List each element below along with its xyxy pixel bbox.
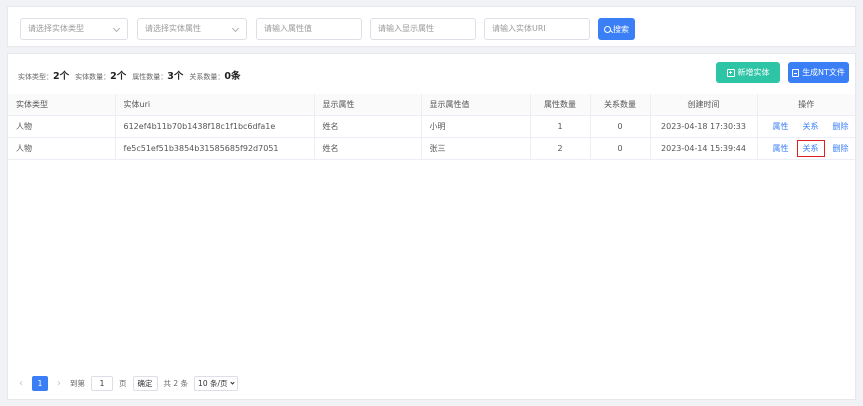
column-header-operations: 操作 (757, 94, 855, 116)
current-page-button[interactable]: 1 (32, 376, 48, 391)
entity-attr-select[interactable]: 请选择实体属性 (137, 18, 247, 40)
column-header-display-attr: 显示属性 (314, 94, 422, 116)
filter-panel: 请选择实体类型 请选择实体属性 请输入属性值 请输入显示属性 请输入实体URI … (7, 6, 856, 47)
generate-nt-label: 生成NT文件 (802, 68, 845, 77)
goto-page-input[interactable]: 1 (91, 376, 113, 391)
stat-attr-count-label: 属性数量： (132, 73, 168, 81)
main-panel: 实体类型： 2个 实体数量： 2个 属性数量： 3个 关系数量： 0条 新增实体… (7, 53, 856, 400)
table-header-row: 实体类型 实体uri 显示属性 显示属性值 属性数量 关系数量 创建时间 操作 (8, 94, 855, 116)
cell-attr-count: 2 (530, 137, 591, 160)
cell-operations: 属性 关系 删除 (757, 137, 855, 160)
column-header-entity-type: 实体类型 (8, 94, 116, 116)
column-header-attr-count: 属性数量 (530, 94, 591, 116)
delete-link[interactable]: 删除 (829, 142, 853, 155)
cell-operations: 属性 关系 删除 (757, 115, 855, 138)
cell-display-value: 小明 (421, 115, 531, 138)
cell-created: 2023-04-18 17:30:33 (650, 115, 758, 138)
pagination: ‹ 1 › 到第 1 页 确定 共 2 条 10 条/页 (16, 376, 238, 391)
attr-link[interactable]: 属性 (769, 120, 793, 133)
cell-display-value: 张三 (421, 137, 531, 160)
delete-link[interactable]: 删除 (829, 120, 853, 133)
goto-label: 到第 (70, 379, 85, 388)
plus-box-icon (726, 68, 735, 77)
search-icon (604, 25, 611, 33)
cell-display-attr: 姓名 (314, 137, 422, 160)
page-size-select[interactable]: 10 条/页 (194, 376, 238, 391)
column-header-entity-uri: 实体uri (115, 94, 315, 116)
add-entity-button[interactable]: 新增实体 (716, 62, 780, 83)
cell-entity-type: 人物 (8, 115, 116, 138)
cell-relation-count: 0 (590, 137, 651, 160)
page-size-value: 10 条/页 (198, 379, 228, 388)
cell-entity-uri: 612ef4b11b70b1438f18c1f1bc6dfa1e (115, 115, 315, 138)
entity-table: 实体类型 实体uri 显示属性 显示属性值 属性数量 关系数量 创建时间 操作 … (8, 94, 855, 160)
stat-attr-count: 3个 (167, 71, 184, 82)
cell-relation-count: 0 (590, 115, 651, 138)
stat-entity-count: 2个 (110, 71, 127, 82)
stat-relation-count: 0条 (224, 71, 241, 82)
display-attr-input[interactable]: 请输入显示属性 (370, 18, 476, 40)
stat-relation-count-label: 关系数量： (189, 73, 225, 81)
stat-entity-type-label: 实体类型： (18, 73, 53, 81)
cell-created: 2023-04-14 15:39:44 (650, 137, 758, 160)
table-row: 人物 fe5c51ef51b3854b31585685f92d7051 姓名 张… (8, 137, 855, 160)
goto-confirm-button[interactable]: 确定 (132, 376, 158, 391)
relation-link[interactable]: 关系 (799, 120, 823, 133)
stat-entity-type-count: 2个 (53, 71, 70, 82)
search-button-label: 搜索 (613, 24, 629, 34)
generate-nt-button[interactable]: 生成NT文件 (788, 62, 849, 83)
cell-entity-type: 人物 (8, 137, 116, 160)
add-entity-label: 新增实体 (737, 68, 770, 77)
search-button[interactable]: 搜索 (598, 18, 635, 40)
table-row: 人物 612ef4b11b70b1438f18c1f1bc6dfa1e 姓名 小… (8, 115, 855, 138)
chevron-down-icon (229, 380, 235, 385)
column-header-created: 创建时间 (650, 94, 758, 116)
attr-value-input[interactable]: 请输入属性值 (256, 18, 362, 40)
entity-type-select[interactable]: 请选择实体类型 (20, 18, 128, 40)
prev-page-icon[interactable]: ‹ (16, 376, 26, 391)
next-page-icon[interactable]: › (54, 376, 64, 391)
file-icon (792, 68, 800, 77)
stat-entity-count-label: 实体数量： (75, 73, 111, 81)
attr-link[interactable]: 属性 (769, 142, 793, 155)
cell-attr-count: 1 (530, 115, 591, 138)
cell-entity-uri: fe5c51ef51b3854b31585685f92d7051 (115, 137, 315, 160)
stats-bar: 实体类型： 2个 实体数量： 2个 属性数量： 3个 关系数量： 0条 (18, 68, 247, 82)
column-header-relation-count: 关系数量 (590, 94, 651, 116)
total-count: 共 2 条 (163, 379, 189, 388)
column-header-display-value: 显示属性值 (421, 94, 531, 116)
cell-display-attr: 姓名 (314, 115, 422, 138)
relation-link[interactable]: 关系 (796, 139, 825, 157)
uri-input[interactable]: 请输入实体URI (484, 18, 590, 40)
page-label: 页 (119, 379, 127, 388)
